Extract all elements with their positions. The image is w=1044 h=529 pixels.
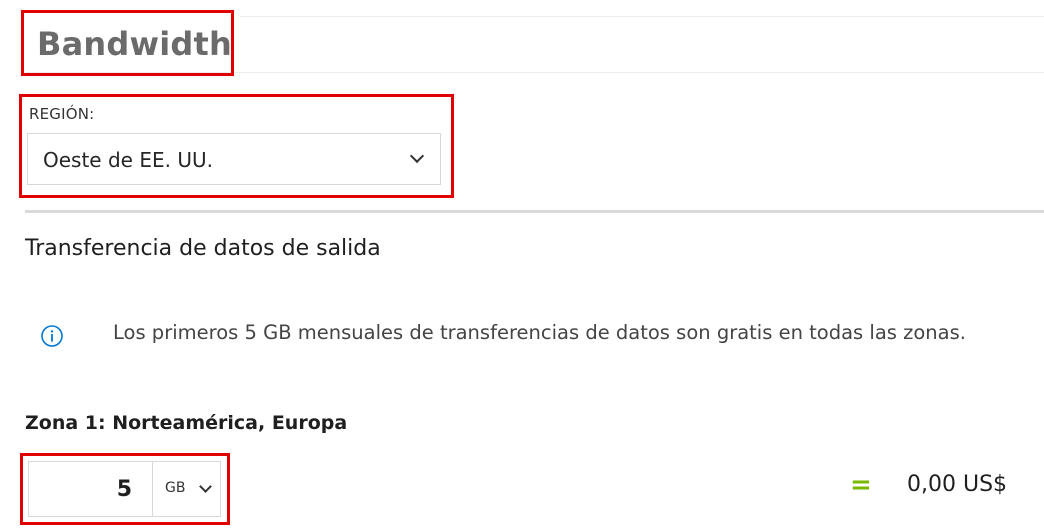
zone-1-title: Zona 1: Norteamérica, Europa <box>25 412 348 434</box>
region-label: REGIÓN: <box>29 105 95 123</box>
info-icon <box>41 325 63 347</box>
outbound-transfer-heading: Transferencia de datos de salida <box>25 236 381 261</box>
section-divider <box>25 210 1044 213</box>
region-highlight: REGIÓN: Oeste de EE. UU. <box>19 94 454 198</box>
zone-1-price: 0,00 US$ <box>907 472 1008 497</box>
quantity-highlight: GB <box>20 453 230 525</box>
chevron-down-icon <box>199 480 212 493</box>
free-transfer-info-text: Los primeros 5 GB mensuales de transfere… <box>113 321 966 344</box>
unit-select[interactable]: GB <box>153 462 220 516</box>
zone-1-quantity-input[interactable] <box>29 462 153 516</box>
section-title: Bandwidth <box>37 25 232 63</box>
region-select[interactable]: Oeste de EE. UU. <box>27 133 441 185</box>
equals-sign: = <box>850 470 872 500</box>
bandwidth-calculator-panel: Bandwidth REGIÓN: Oeste de EE. UU. Trans… <box>0 0 1044 529</box>
title-highlight: Bandwidth <box>21 10 234 76</box>
top-separator <box>240 16 1044 17</box>
chevron-down-icon <box>409 148 425 164</box>
region-selected-value: Oeste de EE. UU. <box>43 148 213 172</box>
quantity-control: GB <box>28 461 221 517</box>
unit-selected-value: GB <box>165 480 186 496</box>
